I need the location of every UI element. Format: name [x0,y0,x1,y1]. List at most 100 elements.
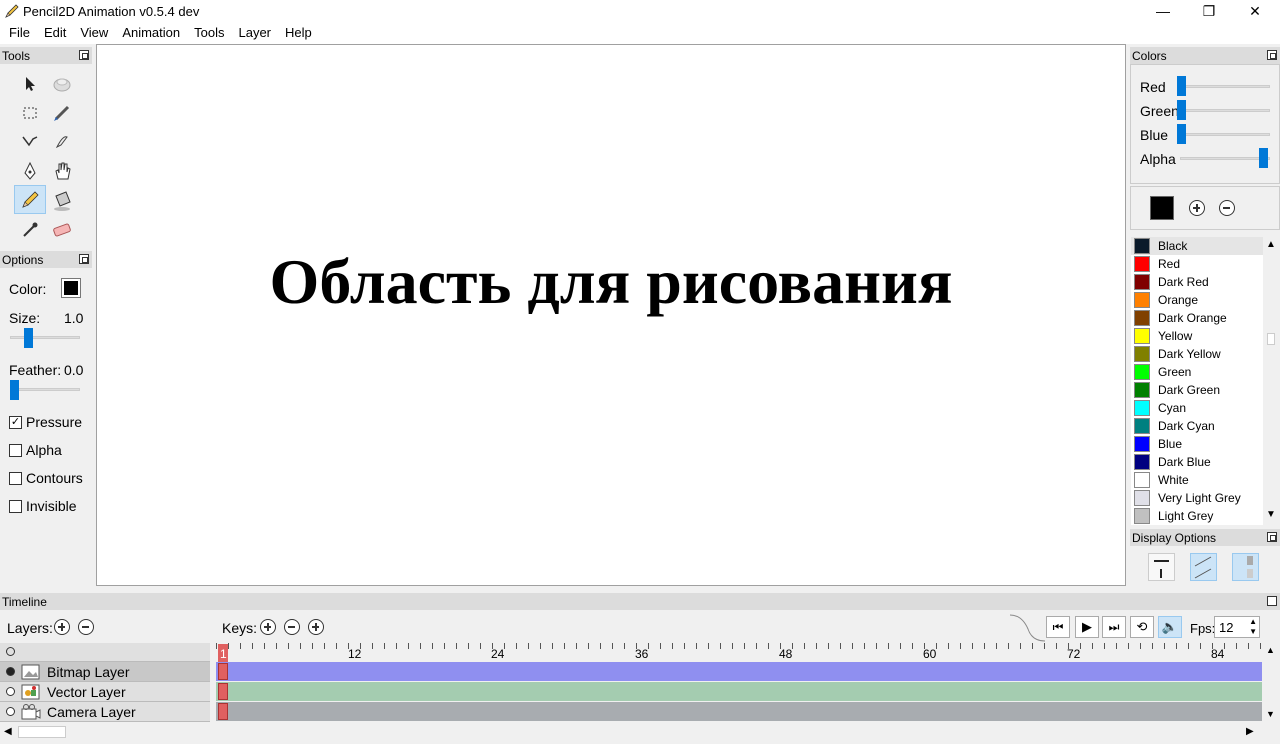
drawing-canvas[interactable]: Область для рисования [96,44,1126,586]
palette-item[interactable]: Dark Red [1131,273,1263,291]
palette-item[interactable]: White [1131,471,1263,489]
tools-float-button[interactable] [79,50,89,60]
play-button[interactable]: ▶ [1075,616,1099,638]
keyframe[interactable] [218,663,228,680]
remove-color-button[interactable] [1217,198,1237,218]
mirror-horizontal-button[interactable] [1148,553,1175,581]
vector-layer-track[interactable] [216,682,1262,701]
onion-skin-button[interactable] [1190,553,1217,581]
green-slider[interactable] [1177,100,1186,120]
polyline-tool[interactable] [14,126,46,155]
remove-key-button[interactable] [282,617,302,637]
layer-row-camera[interactable]: Camera Layer [0,702,210,722]
pressure-checkbox[interactable]: ✓ [9,416,22,429]
menu-help[interactable]: Help [278,22,319,44]
layer-row-bitmap[interactable]: Bitmap Layer [0,662,210,682]
next-frame-button[interactable]: ⏭ [1102,616,1126,638]
bucket-fill-tool[interactable] [46,126,78,155]
select-tool[interactable] [14,69,46,98]
remove-layer-button[interactable] [76,617,96,637]
keyframe[interactable] [218,703,228,720]
timeline-vertical-scrollbar[interactable]: ▲ ▼ [1262,643,1280,723]
palette-item[interactable]: Cyan [1131,399,1263,417]
brush-tool[interactable] [46,98,78,127]
menu-edit[interactable]: Edit [37,22,73,44]
menu-tools[interactable]: Tools [187,22,231,44]
bitmap-layer-track[interactable] [216,662,1262,681]
blue-slider[interactable] [1177,124,1186,144]
fps-spinbox[interactable]: 12 ▲ ▼ [1214,616,1260,638]
outline-button[interactable] [1232,553,1259,581]
palette-item[interactable]: Dark Cyan [1131,417,1263,435]
horizontal-scroll-thumb[interactable] [18,726,66,738]
pen-tool[interactable] [14,156,46,185]
feather-slider[interactable] [10,380,19,400]
timeline-horizontal-scrollbar[interactable]: ◀ ▶ [0,723,1262,741]
add-layer-button[interactable] [52,617,72,637]
palette-scrollbar[interactable]: ▲ ▼ [1263,237,1279,525]
sound-button[interactable]: 🔈 [1158,616,1182,638]
loop-button[interactable]: ⟲ [1130,616,1154,638]
visibility-dot-icon[interactable] [6,667,15,676]
add-color-button[interactable] [1187,198,1207,218]
palette-item[interactable]: Dark Green [1131,381,1263,399]
timeline-float-button[interactable] [1267,596,1277,606]
menu-layer[interactable]: Layer [231,22,278,44]
display-options-float-button[interactable] [1267,532,1277,542]
menu-animation[interactable]: Animation [115,22,187,44]
minimize-button[interactable]: — [1140,0,1186,22]
menu-view[interactable]: View [73,22,115,44]
visibility-dot-icon[interactable] [6,687,15,696]
menu-file[interactable]: File [0,22,37,44]
palette-item[interactable]: Blue [1131,435,1263,453]
scroll-up-icon[interactable]: ▲ [1266,645,1275,655]
current-color-swatch[interactable] [1150,196,1174,220]
colors-float-button[interactable] [1267,50,1277,60]
invisible-checkbox[interactable] [9,500,22,513]
camera-layer-track[interactable] [216,702,1262,721]
palette-swatch [1134,436,1150,452]
hand-tool[interactable] [46,156,78,185]
smudge-tool[interactable] [46,69,78,98]
eraser-tool[interactable] [46,215,78,244]
previous-frame-button[interactable]: ⏮ [1046,616,1070,638]
visibility-dot-icon[interactable] [6,707,15,716]
size-slider[interactable] [24,328,33,348]
paint-bucket-tool[interactable] [46,185,78,214]
close-button[interactable]: ✕ [1232,0,1278,22]
frame-ruler[interactable]: 1 12 24 36 48 60 72 84 [216,643,1262,662]
alpha-slider[interactable] [1259,148,1268,168]
palette-item[interactable]: Green [1131,363,1263,381]
add-key-button[interactable] [258,617,278,637]
color-palette-list[interactable]: Black Red Dark Red Orange Dark Orange Yellow D… [1131,237,1263,525]
contours-checkbox[interactable] [9,472,22,485]
keyframe[interactable] [218,683,228,700]
palette-item[interactable]: Dark Blue [1131,453,1263,471]
red-slider[interactable] [1177,76,1186,96]
palette-item[interactable]: Dark Yellow [1131,345,1263,363]
palette-item[interactable]: Red [1131,255,1263,273]
scroll-right-icon[interactable]: ▶ [1246,726,1254,737]
palette-item[interactable]: Black [1131,237,1263,255]
rectangle-select-tool[interactable] [14,98,46,127]
palette-item[interactable]: Dark Orange [1131,309,1263,327]
palette-item[interactable]: Very Light Grey [1131,489,1263,507]
palette-item[interactable]: Yellow [1131,327,1263,345]
alpha-checkbox[interactable] [9,444,22,457]
palette-item[interactable]: Orange [1131,291,1263,309]
palette-scroll-thumb[interactable] [1267,333,1275,345]
pencil-tool[interactable] [14,185,46,214]
palette-item[interactable]: Light Grey [1131,507,1263,525]
scroll-down-icon[interactable]: ▼ [1266,709,1275,719]
options-float-button[interactable] [79,254,89,264]
spin-arrows-icon[interactable]: ▲ ▼ [1249,617,1257,637]
scroll-down-icon[interactable]: ▼ [1266,509,1276,520]
scroll-left-icon[interactable]: ◀ [4,726,12,737]
visibility-all-icon[interactable] [6,647,15,656]
maximize-button[interactable]: ❐ [1186,0,1232,22]
layer-row-vector[interactable]: Vector Layer [0,682,210,702]
duplicate-key-button[interactable] [306,617,326,637]
color-swatch-button[interactable] [61,278,81,298]
eyedropper-tool[interactable] [14,215,46,244]
scroll-up-icon[interactable]: ▲ [1266,239,1276,250]
